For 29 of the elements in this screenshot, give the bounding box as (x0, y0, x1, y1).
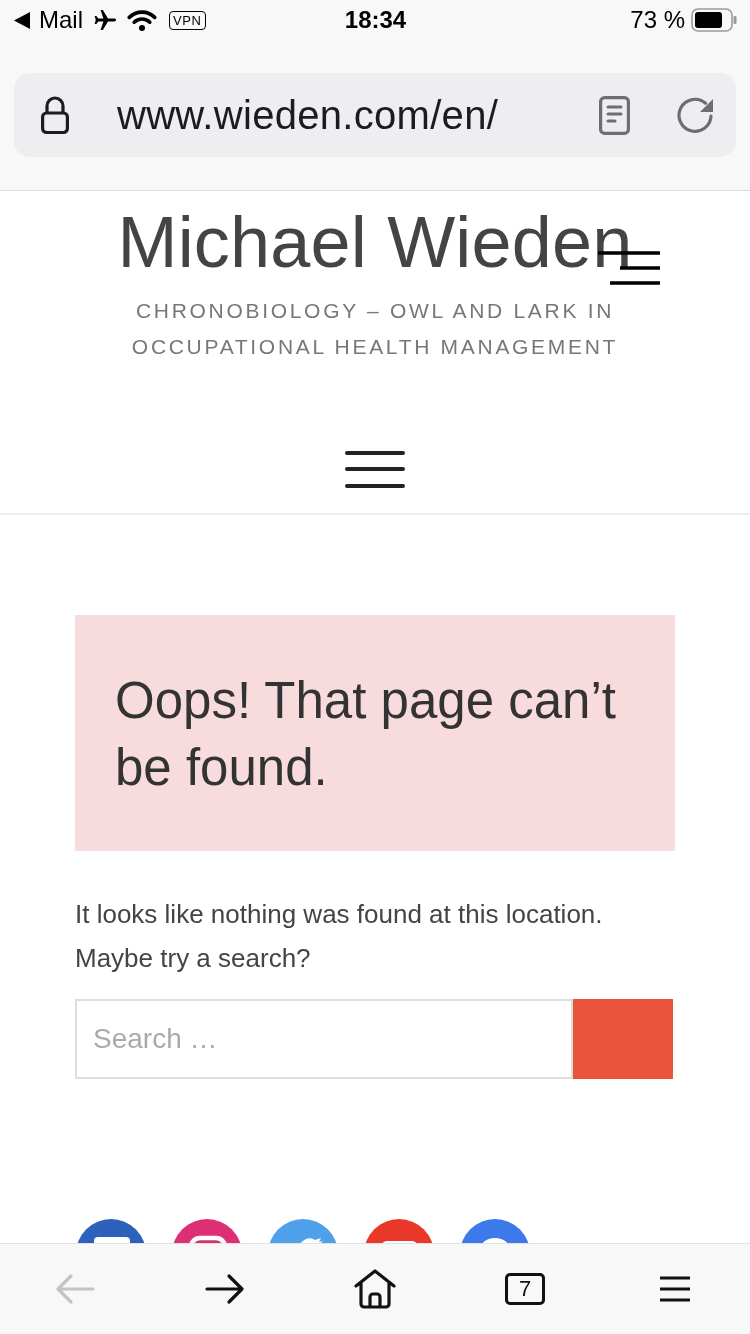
wifi-icon (127, 9, 157, 31)
address-bar[interactable]: www.wieden.com/en/ (14, 73, 736, 157)
home-icon (354, 1268, 396, 1309)
error-heading: Oops! That page can’t be found. (75, 615, 675, 851)
menu-icon[interactable] (344, 450, 406, 490)
right-arrow-icon (205, 1272, 245, 1305)
search-field[interactable]: Search … (75, 999, 573, 1079)
url-text: www.wieden.com/en/ (117, 92, 500, 138)
vpn-indicator: VPN (169, 10, 206, 30)
airplane-icon (93, 8, 117, 32)
site-title[interactable]: Michael Wieden (0, 201, 750, 284)
left-arrow-icon (55, 1272, 95, 1305)
reload-icon (676, 96, 714, 134)
battery-percentage: 73 % (630, 6, 685, 34)
menu-button[interactable] (659, 1275, 691, 1302)
reload-button[interactable] (676, 96, 714, 134)
clock: 18:34 (344, 6, 407, 34)
back-to-app-link[interactable]: Mail (14, 6, 83, 34)
error-message: It looks like nothing was found at this location. Maybe try a search? (75, 898, 604, 975)
menu-icon (659, 1275, 691, 1302)
home-button[interactable] (354, 1268, 396, 1309)
forward-button[interactable] (205, 1272, 245, 1305)
tabs-button[interactable]: 7 (505, 1272, 545, 1305)
site-tagline: CHRONOBIOLOGY – OWL AND LARK IN OCCUPATIONAL HEALTH MANAGEMENT (130, 298, 620, 360)
reader-button[interactable] (599, 95, 630, 135)
lock-icon (40, 95, 70, 135)
battery-icon (691, 8, 737, 32)
document-icon (599, 95, 630, 135)
back-triangle-icon (14, 11, 30, 29)
